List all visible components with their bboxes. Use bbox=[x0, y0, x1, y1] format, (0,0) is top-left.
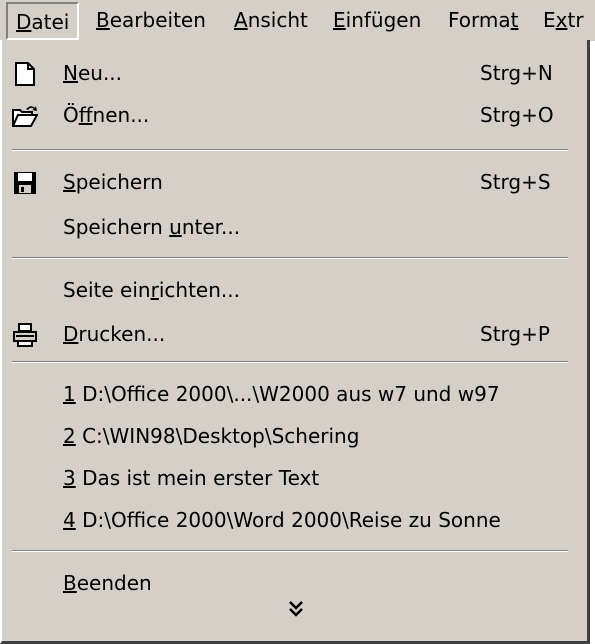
separator bbox=[12, 149, 568, 151]
menu-format[interactable]: Format bbox=[440, 2, 526, 40]
menu-item-save-as[interactable]: Speichern unter... bbox=[2, 207, 587, 249]
shortcut-print: Strg+P bbox=[480, 322, 550, 346]
new-document-icon bbox=[15, 62, 35, 86]
menu-item-page-setup[interactable]: Seite einrichten... bbox=[2, 270, 587, 312]
menu-item-print[interactable]: Drucken... Strg+P bbox=[2, 314, 587, 356]
recent-file-2[interactable]: 2 C:\WIN98\Desktop\Schering bbox=[2, 416, 587, 458]
menu-ansicht[interactable]: Ansicht bbox=[226, 2, 316, 40]
menu-extras[interactable]: Extr bbox=[535, 2, 592, 40]
shortcut-save: Strg+S bbox=[480, 170, 551, 194]
menu-bearbeiten[interactable]: Bearbeiten bbox=[88, 2, 214, 40]
menu-datei-rest: atei bbox=[31, 10, 70, 34]
floppy-disk-icon bbox=[14, 172, 36, 194]
separator bbox=[12, 550, 568, 552]
recent-file-3[interactable]: 3 Das ist mein erster Text bbox=[2, 458, 587, 500]
menu-bar: Datei Bearbeiten Ansicht Einfügen Format… bbox=[0, 0, 595, 41]
shortcut-open: Strg+O bbox=[480, 103, 554, 127]
shortcut-new: Strg+N bbox=[480, 61, 553, 85]
menu-einfuegen[interactable]: Einfügen bbox=[325, 2, 429, 40]
printer-icon bbox=[13, 323, 37, 347]
menu-item-new[interactable]: Neu... Strg+N bbox=[2, 53, 587, 95]
recent-file-1[interactable]: 1 D:\Office 2000\...\W2000 aus w7 und w9… bbox=[2, 374, 587, 416]
menu-item-save[interactable]: Speichern Strg+S bbox=[2, 162, 587, 204]
open-folder-icon bbox=[12, 106, 38, 127]
menu-datei[interactable]: Datei bbox=[6, 2, 80, 40]
menu-item-open[interactable]: Öffnen... Strg+O bbox=[2, 95, 587, 137]
recent-file-4[interactable]: 4 D:\Office 2000\Word 2000\Reise zu Sonn… bbox=[2, 500, 587, 542]
separator bbox=[12, 257, 568, 259]
datei-dropdown-menu: Neu... Strg+N Öffnen... Strg+O Speichern… bbox=[0, 40, 590, 644]
double-chevron-down-icon[interactable] bbox=[286, 599, 306, 619]
separator bbox=[12, 361, 568, 363]
